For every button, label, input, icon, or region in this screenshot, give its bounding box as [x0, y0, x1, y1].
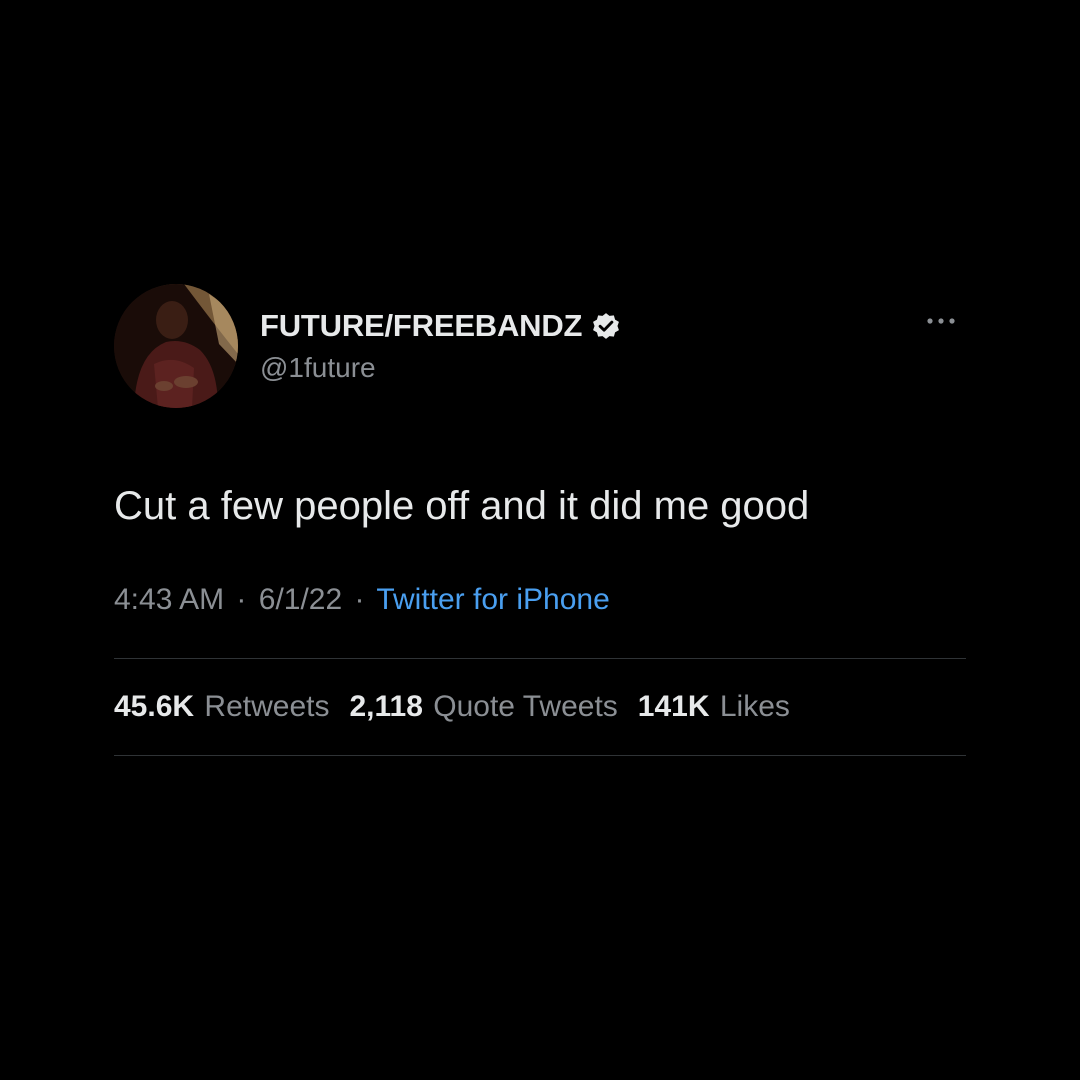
- quote-tweets-label: Quote Tweets: [433, 690, 618, 723]
- likes-stat[interactable]: 141K Likes: [638, 690, 790, 724]
- retweets-label: Retweets: [204, 690, 330, 723]
- quote-tweets-stat[interactable]: 2,118 Quote Tweets: [349, 690, 617, 724]
- likes-count: 141K: [637, 690, 710, 723]
- avatar-image: [114, 284, 238, 408]
- tweet-date[interactable]: 6/1/22: [259, 583, 342, 616]
- tweet-header: FUTURE/FREEBANDZ @1future: [114, 284, 966, 410]
- retweets-stat[interactable]: 45.6K Retweets: [114, 690, 329, 724]
- meta-separator: ·: [354, 583, 365, 616]
- display-name[interactable]: FUTURE/FREEBANDZ: [260, 308, 582, 344]
- tweet-card: FUTURE/FREEBANDZ @1future Cut a few peop…: [114, 284, 966, 756]
- tweet-source-link[interactable]: Twitter for iPhone: [376, 583, 609, 616]
- quote-tweets-count: 2,118: [349, 690, 423, 723]
- handle[interactable]: @1future: [260, 352, 622, 384]
- tweet-stats: 45.6K Retweets 2,118 Quote Tweets 141K L…: [114, 659, 966, 755]
- avatar[interactable]: [114, 284, 238, 408]
- retweets-count: 45.6K: [114, 690, 195, 723]
- meta-separator: ·: [236, 583, 247, 616]
- tweet-author: FUTURE/FREEBANDZ @1future: [260, 306, 622, 384]
- tweet-meta: 4:43 AM · 6/1/22 · Twitter for iPhone: [114, 580, 966, 620]
- more-options-icon[interactable]: [924, 314, 958, 328]
- divider: [114, 755, 966, 756]
- verified-badge-icon: [590, 310, 622, 342]
- likes-label: Likes: [719, 690, 790, 723]
- display-name-row: FUTURE/FREEBANDZ: [260, 306, 622, 346]
- tweet-time[interactable]: 4:43 AM: [114, 583, 224, 616]
- tweet-text: Cut a few people off and it did me good: [114, 484, 810, 528]
